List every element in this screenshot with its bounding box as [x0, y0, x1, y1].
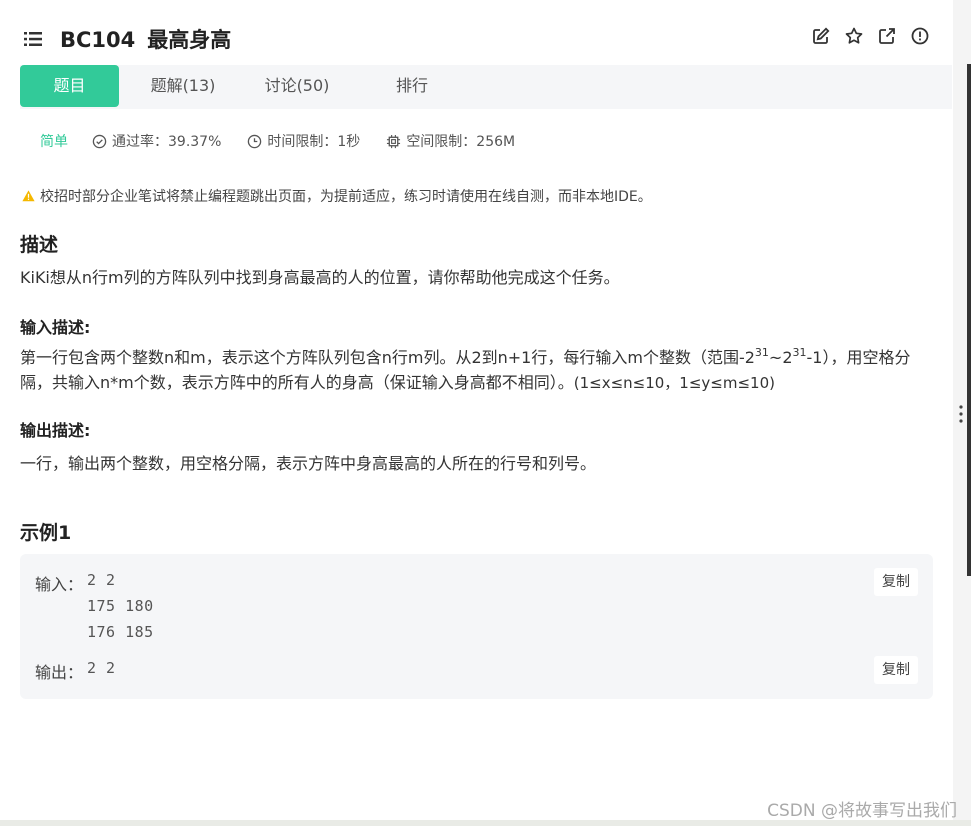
- warning-icon: [22, 190, 35, 202]
- example-output-label: 输出：: [35, 663, 84, 682]
- star-icon[interactable]: [844, 26, 864, 46]
- edit-icon[interactable]: [811, 26, 831, 46]
- notice-text: 校招时部分企业笔试将禁止编程题跳出页面，为提前适应，练习时请使用在线自测，而非本…: [40, 189, 652, 205]
- info-icon[interactable]: [910, 26, 930, 46]
- example-output-value[interactable]: 2 2: [87, 655, 116, 681]
- page-title: BC104 最高身高: [60, 24, 231, 54]
- problem-meta: 简单 通过率：39.37% 时间限制：1秒 空间限制：256M: [40, 131, 541, 151]
- copy-input-button[interactable]: 复制: [874, 568, 918, 596]
- external-link-icon[interactable]: [877, 26, 897, 46]
- pass-rate: 通过率：39.37%: [92, 131, 221, 151]
- time-limit-text: 时间限制：1秒: [267, 134, 361, 150]
- description-heading: 描述: [20, 234, 59, 256]
- input-desc-mid: ~2: [768, 348, 793, 367]
- tab-problem[interactable]: 题目: [20, 65, 119, 107]
- example-box: 输入： 2 2 175 180 176 185 复制 输出： 2 2 复制: [20, 554, 933, 699]
- output-desc-heading: 输出描述:: [20, 421, 91, 440]
- exponent-1: 31: [754, 346, 769, 359]
- clock-icon: [248, 134, 262, 148]
- tab-ranking[interactable]: 排行: [384, 65, 440, 107]
- chip-icon: [387, 134, 401, 148]
- example-input-label: 输入：: [35, 575, 84, 594]
- example-input-value[interactable]: 2 2 175 180 176 185: [87, 567, 154, 645]
- problem-code: BC104: [60, 28, 136, 52]
- tab-bar: 题目 题解(13) 讨论(50) 排行: [20, 65, 952, 109]
- check-circle-icon: [92, 134, 107, 148]
- input-desc-heading: 输入描述:: [20, 318, 91, 337]
- problem-header: BC104 最高身高: [0, 0, 952, 64]
- more-vertical-icon[interactable]: [957, 404, 965, 424]
- output-desc-text: 一行，输出两个整数，用空格分隔，表示方阵中身高最高的人所在的行号和列号。: [20, 454, 597, 473]
- problem-name: 最高身高: [147, 28, 232, 52]
- header-actions: [811, 26, 930, 46]
- time-limit: 时间限制：1秒: [247, 131, 360, 151]
- tab-solutions[interactable]: 题解(13): [142, 65, 224, 107]
- notice-banner: 校招时部分企业笔试将禁止编程题跳出页面，为提前适应，练习时请使用在线自测，而非本…: [21, 186, 652, 206]
- list-icon[interactable]: [22, 30, 44, 48]
- pass-rate-text: 通过率：39.37%: [112, 134, 222, 150]
- difficulty-badge: 简单: [40, 134, 68, 150]
- scrollbar-thumb[interactable]: [967, 64, 971, 576]
- input-desc-text: 第一行包含两个整数n和m，表示这个方阵队列包含n行m列。从2到n+1行，每行输入…: [20, 345, 940, 396]
- description-text: KiKi想从n行m列的方阵队列中找到身高最高的人的位置，请你帮助他完成这个任务。: [20, 268, 620, 287]
- exponent-2: 31: [792, 346, 807, 359]
- example-heading: 示例1: [20, 522, 72, 544]
- space-limit-text: 空间限制：256M: [406, 134, 516, 150]
- input-desc-range: (1≤x≤n≤10，1≤y≤m≤10): [573, 374, 775, 392]
- watermark: CSDN @将故事写出我们: [767, 801, 957, 821]
- copy-output-button[interactable]: 复制: [874, 656, 918, 684]
- input-desc-part1: 第一行包含两个整数n和m，表示这个方阵队列包含n行m列。从2到n+1行，每行输入…: [20, 348, 755, 367]
- tab-discussion[interactable]: 讨论(50): [256, 65, 338, 107]
- space-limit: 空间限制：256M: [386, 131, 515, 151]
